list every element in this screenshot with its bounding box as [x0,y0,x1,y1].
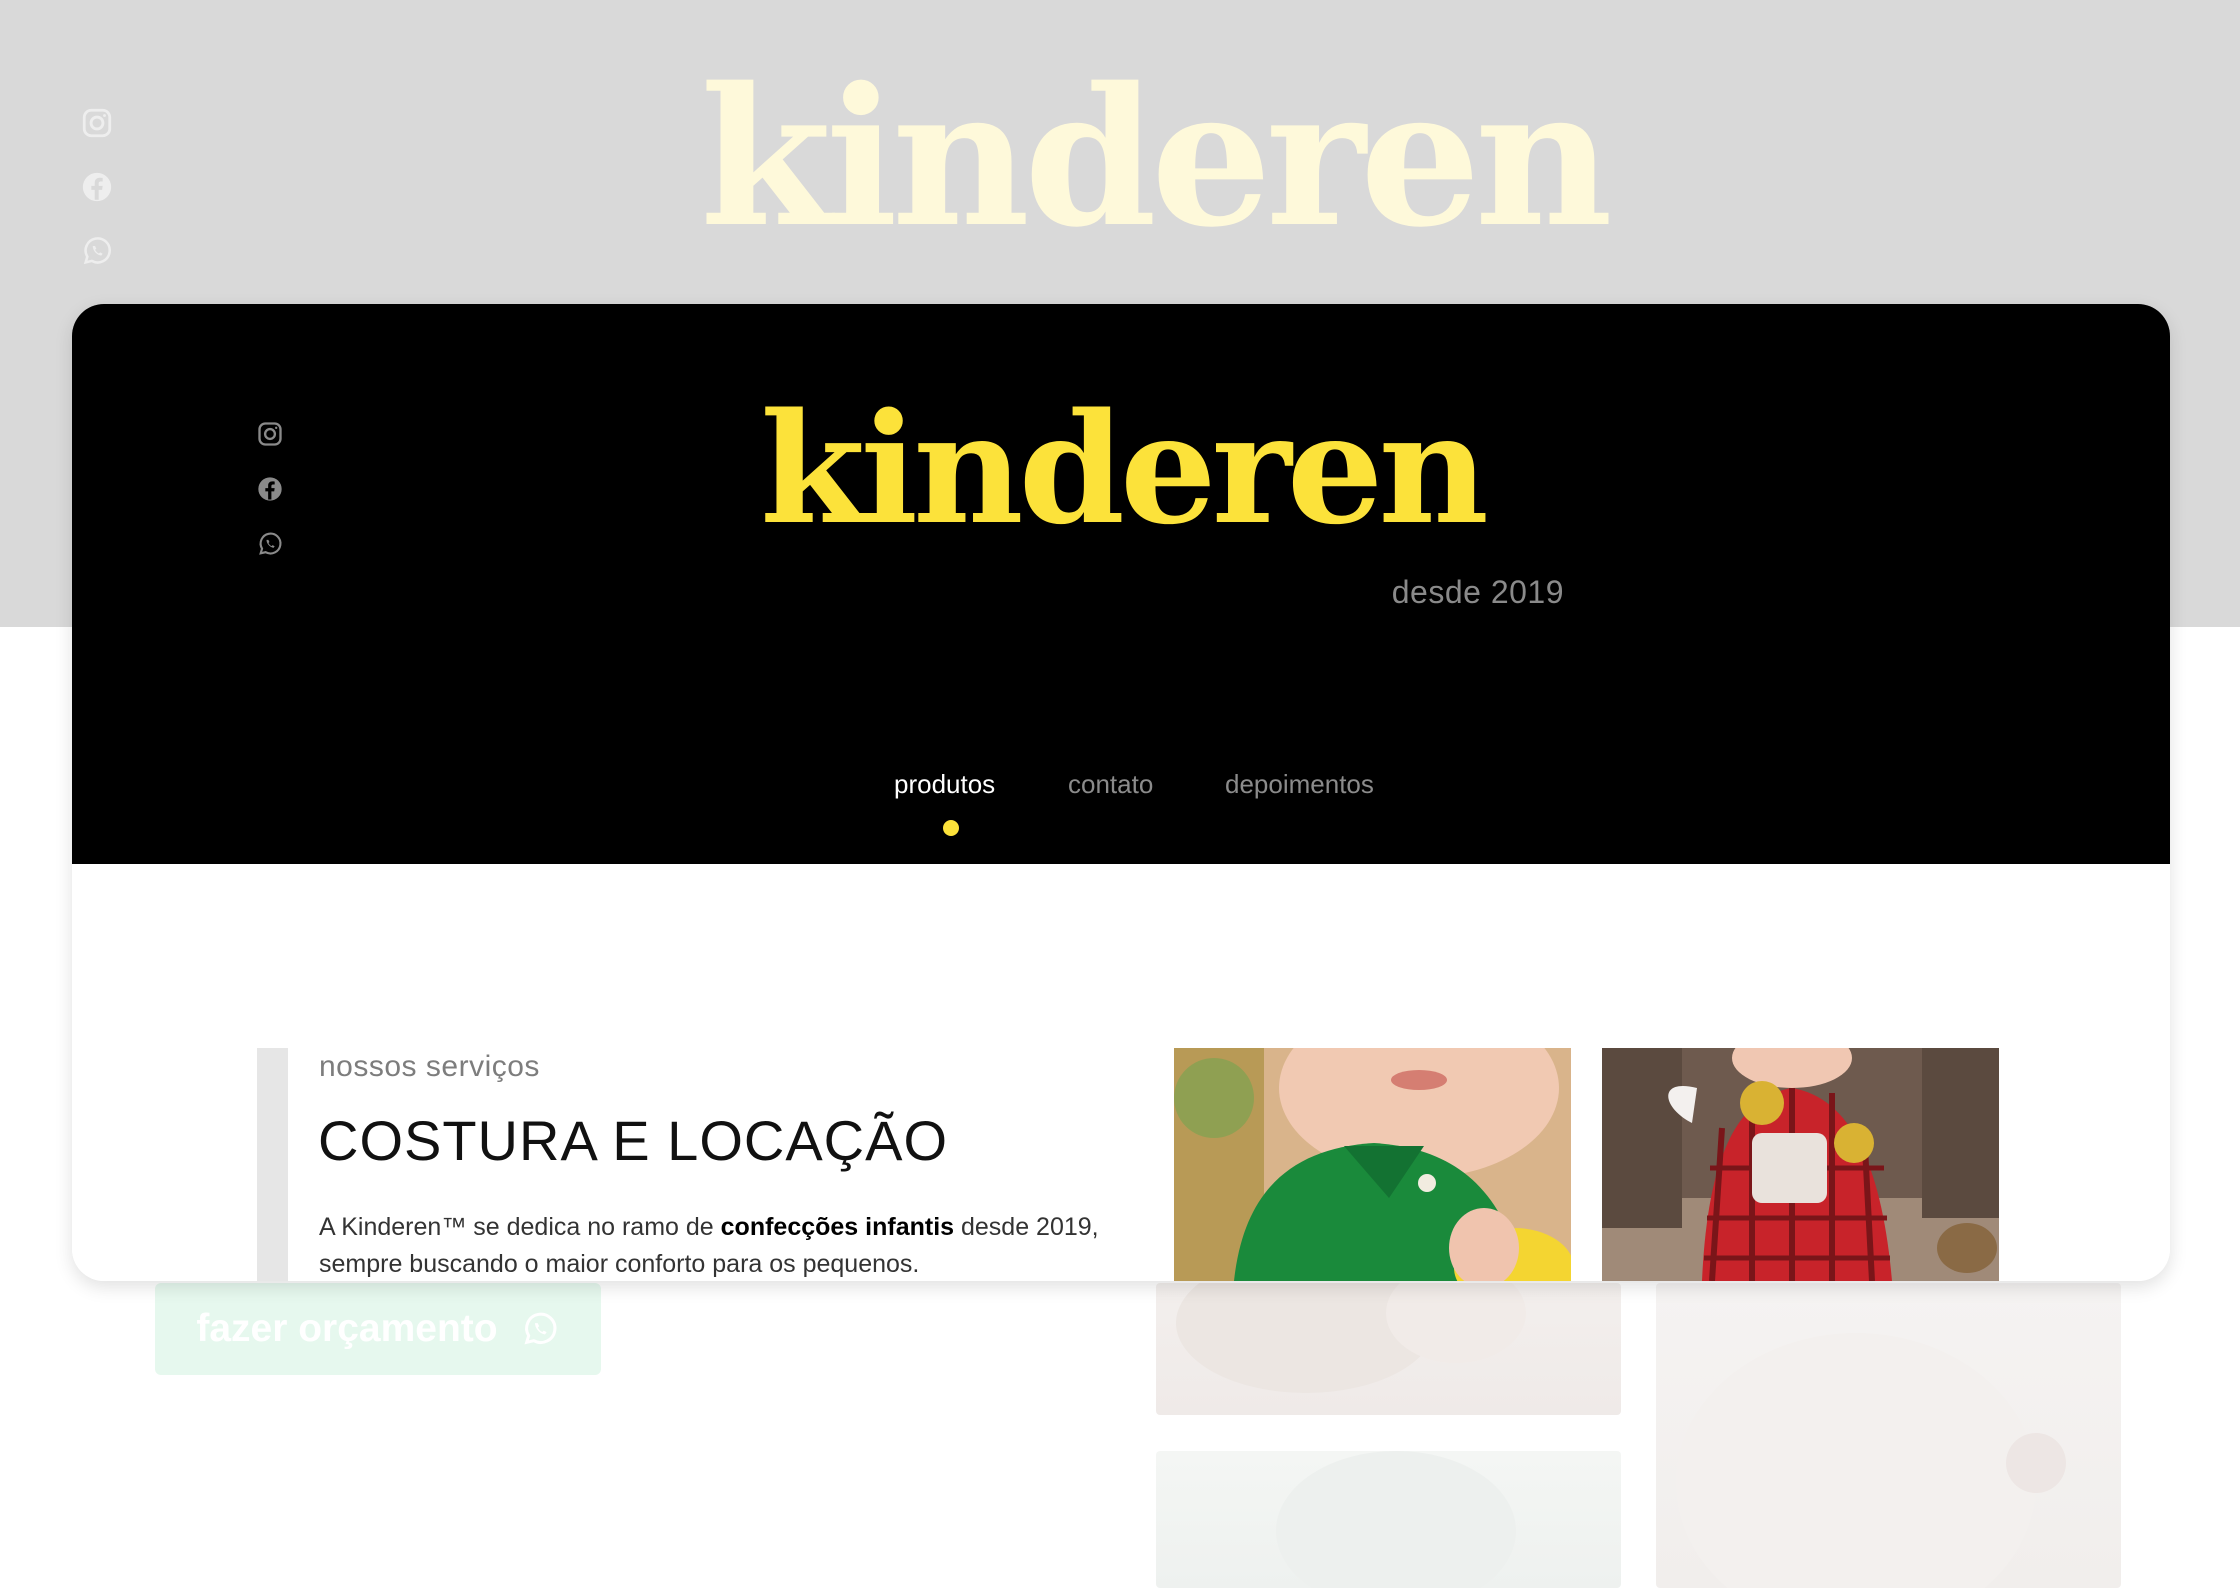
nav-item-produtos[interactable]: produtos [894,769,995,800]
product-photo-green-outfit[interactable] [1174,1048,1571,1281]
active-nav-indicator [943,820,959,836]
services-section: nossos serviços COSTURA E LOCAÇÃO A Kind… [72,864,2170,1281]
facebook-icon[interactable] [80,170,114,204]
product-photo-red-plaid-outfit[interactable] [1602,1048,1999,1281]
background-logo: kinderen [700,46,1613,269]
description-highlight: confecções infantis [720,1213,955,1241]
section-title: COSTURA E LOCAÇÃO [318,1109,949,1172]
brand-tagline: desde 2019 [1391,574,1564,610]
instagram-icon[interactable] [256,420,284,448]
gallery-image [1656,1283,2121,1588]
whatsapp-icon[interactable] [256,530,284,558]
request-quote-label: fazer orçamento [196,1307,498,1350]
description-text: A Kinderen™ se dedica no ramo de [319,1213,721,1241]
gallery-image [1156,1283,1621,1415]
section-eyebrow: nossos serviços [319,1050,540,1083]
gallery-image [1156,1451,1621,1588]
facebook-icon[interactable] [256,475,284,503]
nav-item-contato[interactable]: contato [1068,769,1153,800]
main-nav: produtos contato depoimentos [72,769,2170,836]
section-description: A Kinderen™ se dedica no ramo de confecç… [319,1209,1099,1281]
social-links [256,420,284,585]
nav-item-depoimentos[interactable]: depoimentos [1225,769,1374,800]
preview-card: kinderen desde 2019 produtos contato dep… [72,304,2170,1281]
background-social-links [80,106,114,298]
whatsapp-icon[interactable] [80,234,114,268]
instagram-icon[interactable] [80,106,114,140]
whatsapp-icon [524,1312,557,1345]
request-quote-button[interactable]: fazer orçamento [155,1283,601,1375]
brand-logo[interactable]: kinderen [692,384,1552,554]
hero-header: kinderen desde 2019 produtos contato dep… [72,304,2170,864]
section-accent-bar [257,1048,288,1281]
